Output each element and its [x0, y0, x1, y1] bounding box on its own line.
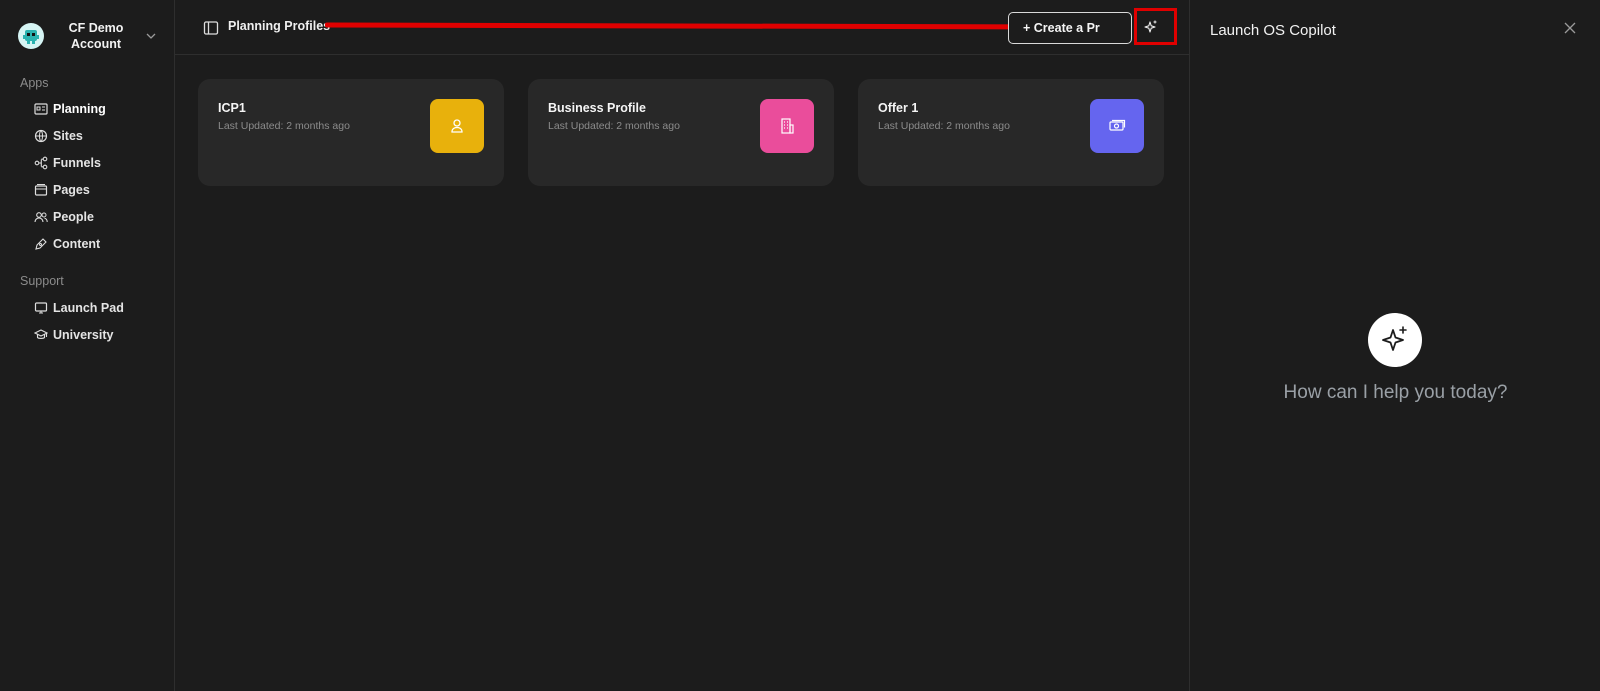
- card-subtitle: Last Updated: 2 months ago: [548, 120, 680, 132]
- sidebar-item-label: People: [53, 210, 94, 224]
- sidebar-item-sites[interactable]: Sites: [34, 126, 83, 146]
- pages-icon: [34, 183, 48, 196]
- sidebar-item-people[interactable]: People: [34, 207, 94, 227]
- sidebar-item-content[interactable]: Content: [34, 234, 100, 254]
- account-logo-icon: [18, 23, 44, 49]
- globe-icon: [34, 129, 48, 143]
- card-icon-tile: [760, 99, 814, 153]
- close-icon[interactable]: [1562, 20, 1578, 36]
- page-title: Planning Profiles: [228, 19, 331, 33]
- top-bar: Planning Profiles + Create a Pr: [175, 0, 1189, 55]
- copilot-title: Launch OS Copilot: [1210, 22, 1336, 39]
- copilot-sparkle-badge: [1368, 313, 1422, 367]
- copilot-button[interactable]: [1136, 12, 1166, 42]
- person-icon: [451, 119, 463, 133]
- main-content: Planning Profiles + Create a Pr ICP1 Las…: [175, 0, 1189, 691]
- sidebar-item-university[interactable]: University: [34, 325, 113, 345]
- profile-card-icp1[interactable]: ICP1 Last Updated: 2 months ago: [198, 79, 504, 186]
- card-title: ICP1: [218, 101, 246, 115]
- pen-icon: [35, 238, 47, 250]
- sidebar-item-label: Content: [53, 237, 101, 251]
- sidebar-item-label: Pages: [53, 183, 90, 197]
- card-icon-tile: [430, 99, 484, 153]
- sidebar-item-label: Launch Pad: [53, 301, 124, 315]
- launch-pad-icon: [34, 302, 48, 314]
- graduation-cap-icon: [34, 329, 48, 339]
- sidebar-item-label: Funnels: [53, 156, 101, 170]
- apps-section-label: Apps: [20, 76, 49, 90]
- create-profile-button[interactable]: + Create a Pr: [1008, 12, 1132, 44]
- sidebar-item-label: University: [53, 328, 114, 342]
- money-icon: [1109, 119, 1126, 131]
- planning-icon: [34, 103, 48, 115]
- sidebar-item-label: Sites: [53, 129, 83, 143]
- sidebar-item-planning[interactable]: Planning: [34, 99, 106, 119]
- account-switcher[interactable]: CF Demo Account: [18, 18, 158, 54]
- copilot-prompt: How can I help you today?: [1283, 382, 1508, 403]
- card-subtitle: Last Updated: 2 months ago: [878, 120, 1010, 132]
- sidebar: CF Demo Account Apps Planning Sites Funn…: [0, 0, 175, 691]
- card-icon-tile: [1090, 99, 1144, 153]
- sparkle-icon: [1382, 326, 1407, 351]
- sparkle-icon: [1144, 20, 1157, 33]
- card-title: Business Profile: [548, 101, 646, 115]
- funnel-icon: [34, 156, 48, 170]
- support-section-label: Support: [20, 274, 64, 288]
- card-subtitle: Last Updated: 2 months ago: [218, 120, 350, 132]
- sidebar-toggle-icon[interactable]: [203, 20, 219, 36]
- profile-card-business-profile[interactable]: Business Profile Last Updated: 2 months …: [528, 79, 834, 186]
- people-icon: [34, 212, 48, 223]
- sidebar-item-label: Planning: [53, 102, 106, 116]
- card-title: Offer 1: [878, 101, 919, 115]
- sidebar-item-pages[interactable]: Pages: [34, 180, 90, 200]
- chevron-down-icon: [146, 33, 156, 39]
- profile-card-offer-1[interactable]: Offer 1 Last Updated: 2 months ago: [858, 79, 1164, 186]
- sidebar-item-funnels[interactable]: Funnels: [34, 153, 101, 173]
- account-name: CF Demo Account: [68, 21, 124, 51]
- building-icon: [781, 118, 794, 134]
- sidebar-item-launch-pad[interactable]: Launch Pad: [34, 298, 124, 318]
- copilot-panel: Launch OS Copilot How can I help you tod…: [1189, 0, 1600, 691]
